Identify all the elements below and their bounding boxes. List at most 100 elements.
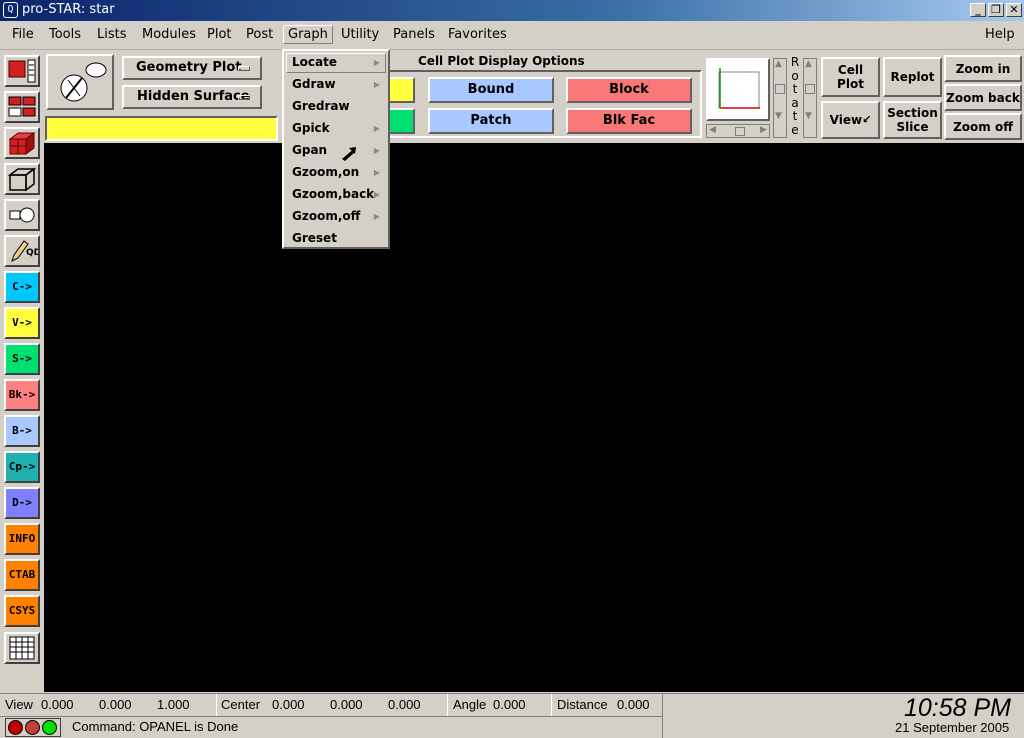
compass-button[interactable] [46, 54, 114, 110]
graphics-canvas[interactable] [44, 143, 1024, 692]
center-label: Center [221, 697, 261, 712]
tool-d-button[interactable]: D-> [4, 487, 40, 519]
cell-plot-button[interactable]: Cell Plot [821, 57, 880, 97]
horizontal-rotate-slider[interactable]: ◀ ▶ [706, 124, 770, 138]
plot-type-menu[interactable]: Geometry Plot [122, 56, 262, 80]
view-y-value: 0.000 [99, 697, 132, 712]
status-separator [447, 694, 448, 716]
submenu-arrow-icon: ▶ [373, 212, 380, 221]
menu-help[interactable]: Help [985, 27, 1015, 42]
graph-menu-item-locate[interactable]: Locate [292, 55, 337, 69]
menu-utility[interactable]: Utility [341, 27, 379, 42]
menu-post[interactable]: Post [246, 27, 273, 42]
graph-menu-item-gdraw[interactable]: Gdraw [292, 77, 336, 91]
slider-left-icon: ◀ [709, 125, 716, 135]
qd-button[interactable]: QD [4, 235, 41, 267]
minimize-button[interactable]: _ [970, 3, 986, 17]
tool-csys-button[interactable]: CSYS [4, 595, 40, 627]
submenu-arrow-icon: ▶ [373, 146, 380, 155]
tool-ctab-button[interactable]: CTAB [4, 559, 40, 591]
view-button[interactable]: View ↙ [821, 101, 880, 139]
mesh-blocks-icon [8, 96, 36, 117]
graph-menu-item-gpan[interactable]: Gpan [292, 143, 327, 157]
vertical-rotate-slider-left[interactable]: ▲ ▼ [773, 58, 787, 138]
section-slice-label: Slice [896, 120, 929, 134]
command-input[interactable] [45, 116, 278, 141]
submenu-arrow-icon: ▶ [373, 58, 380, 67]
vertex-color-swatch[interactable] [388, 77, 415, 103]
cell-grid-icon [8, 132, 36, 155]
wire-cube-button[interactable] [4, 163, 40, 195]
left-toolbar: QD C-> V-> S-> Bk-> B-> Cp-> D-> INFO CT… [0, 52, 44, 692]
menu-tools[interactable]: Tools [49, 27, 81, 42]
menu-graph[interactable]: Graph [283, 25, 333, 44]
tool-s-button[interactable]: S-> [4, 343, 40, 375]
pencil-icon: QD [11, 240, 41, 262]
rotate-letter: a [791, 95, 799, 110]
axis-triad-icon [718, 68, 760, 109]
submenu-arrow-icon: ▶ [373, 190, 380, 199]
slider-thumb[interactable] [775, 84, 785, 94]
slider-thumb[interactable] [805, 84, 815, 94]
menu-file[interactable]: File [12, 27, 34, 42]
shell-color-swatch[interactable] [388, 108, 415, 134]
blkfac-button[interactable]: Blk Fac [566, 108, 692, 134]
view-x-value: 0.000 [41, 697, 74, 712]
cell-grid-button[interactable] [4, 127, 40, 159]
graph-menu-item-greset[interactable]: Greset [292, 231, 337, 245]
surface-mode-menu[interactable]: Hidden Surface [122, 85, 262, 109]
menu-lists[interactable]: Lists [97, 27, 127, 42]
menu-plot[interactable]: Plot [207, 27, 232, 42]
view-z-value: 1.000 [157, 697, 190, 712]
bulb-icon [9, 207, 35, 223]
section-slice-label: Section [887, 106, 938, 120]
zoom-off-button[interactable]: Zoom off [944, 113, 1022, 140]
menu-modules[interactable]: Modules [142, 27, 196, 42]
cad-model-icon [8, 59, 36, 83]
bound-button[interactable]: Bound [428, 77, 554, 103]
block-button[interactable]: Block [566, 77, 692, 103]
vertical-rotate-slider-right[interactable]: ▲ ▼ [803, 58, 817, 138]
replot-button[interactable]: Replot [883, 57, 942, 97]
light-button[interactable] [4, 199, 40, 231]
graph-menu-item-gzoom-back[interactable]: Gzoom,back [292, 187, 374, 201]
tool-bk-button[interactable]: Bk-> [4, 379, 40, 411]
close-button[interactable]: ✕ [1006, 3, 1022, 17]
patch-button[interactable]: Patch [428, 108, 554, 134]
status-light-red [8, 720, 23, 735]
graph-menu-item-gzoom-off[interactable]: Gzoom,off [292, 209, 360, 223]
title-bar: Q pro-STAR: star _ ❐ ✕ [0, 0, 1024, 21]
graph-menu-item-gpick[interactable]: Gpick [292, 121, 330, 135]
status-separator [551, 694, 552, 716]
maximize-button[interactable]: ❐ [988, 3, 1004, 17]
status-light-dimred [25, 720, 40, 735]
menu-favorites[interactable]: Favorites [448, 27, 507, 42]
slider-up-icon: ▲ [805, 59, 812, 69]
tool-info-button[interactable]: INFO [4, 523, 40, 555]
tool-v-button[interactable]: V-> [4, 307, 40, 339]
angle-label: Angle [453, 697, 487, 712]
graph-menu-item-gzoom-on[interactable]: Gzoom,on [292, 165, 359, 179]
cell-plot-options-title: Cell Plot Display Options [418, 54, 585, 68]
slider-down-icon: ▼ [805, 111, 812, 121]
tool-c-button[interactable]: C-> [4, 271, 40, 303]
command-status: Command: OPANEL is Done [72, 719, 239, 734]
mesh-blocks-button[interactable] [4, 91, 40, 123]
cad-icon-button[interactable] [4, 55, 40, 87]
cell-plot-label: Cell [837, 63, 864, 77]
compass-icon [60, 62, 107, 102]
zoom-back-button[interactable]: Zoom back [944, 84, 1022, 111]
distance-value: 0.000 [617, 697, 650, 712]
wire-cube-icon [7, 167, 37, 192]
graph-menu-item-gredraw[interactable]: Gredraw [292, 99, 350, 113]
section-slice-button[interactable]: Section Slice [883, 101, 942, 139]
tool-cp-button[interactable]: Cp-> [4, 451, 40, 483]
table-button[interactable] [4, 632, 40, 664]
axis-preview[interactable] [706, 58, 770, 121]
menu-panels[interactable]: Panels [393, 27, 435, 42]
submenu-arrow-icon: ▶ [373, 80, 380, 89]
tool-b-button[interactable]: B-> [4, 415, 40, 447]
slider-thumb[interactable] [735, 127, 745, 136]
zoom-in-button[interactable]: Zoom in [944, 55, 1022, 82]
status-light-green [42, 720, 57, 735]
